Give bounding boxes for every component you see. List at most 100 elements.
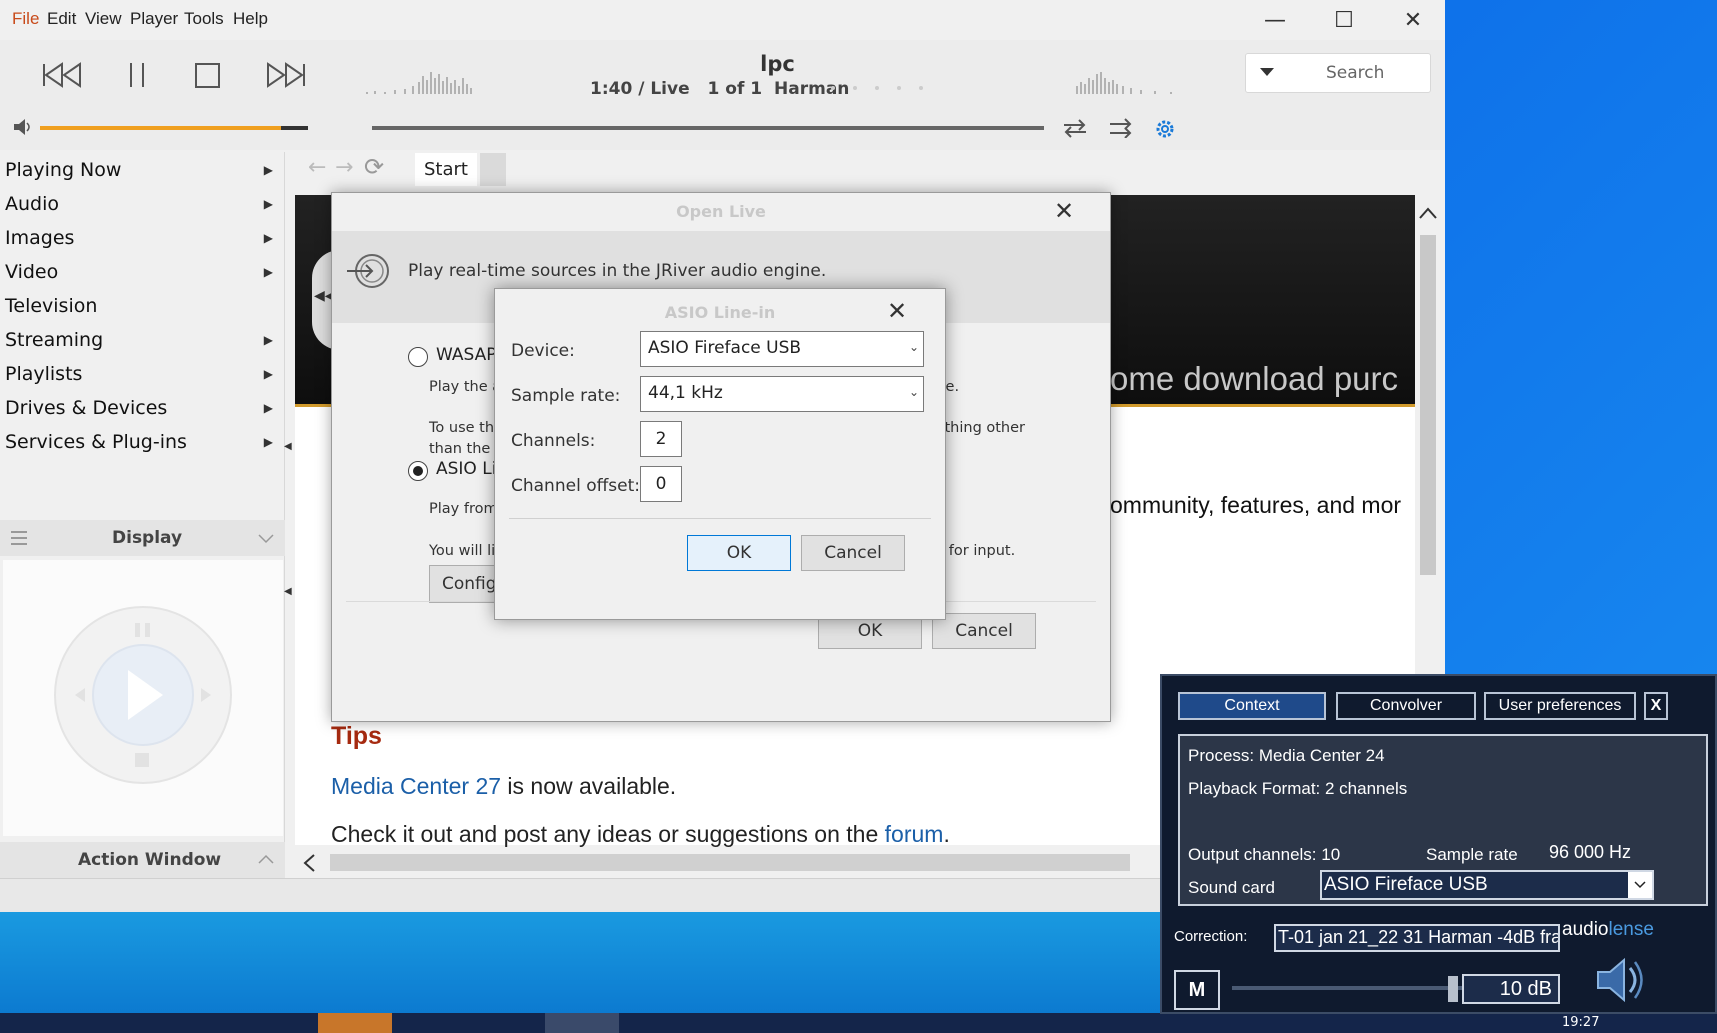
correction-field[interactable]: T-01 jan 21_22 31 Harman -4dB fra	[1274, 924, 1560, 952]
community-text: ommunity, features, and mor	[1110, 492, 1402, 518]
play-control-widget-icon[interactable]	[53, 605, 233, 785]
volume-icon[interactable]	[12, 117, 34, 137]
pause-icon[interactable]	[127, 60, 147, 90]
new-tab-button[interactable]	[480, 153, 506, 186]
back-arrow-icon[interactable]: ←	[308, 155, 326, 180]
collapse-left-icon[interactable]: ◀	[284, 586, 292, 597]
list-icon	[11, 531, 27, 545]
chevron-right-icon: ▶	[263, 401, 273, 415]
seek-bar[interactable]	[372, 126, 1044, 130]
chevron-down-icon[interactable]	[1260, 68, 1274, 78]
chevron-right-icon: ▶	[263, 231, 273, 245]
tab-user-preferences[interactable]: User preferences	[1484, 692, 1636, 720]
asio-ok-button[interactable]: OK	[687, 535, 791, 571]
close-icon[interactable]: ✕	[887, 297, 907, 325]
chevron-down-icon[interactable]	[258, 534, 274, 544]
asio-label[interactable]: ASIO Li	[436, 459, 496, 479]
logo-text-lense: lense	[1608, 919, 1654, 940]
taskbar-app-active[interactable]	[318, 1013, 392, 1033]
spectrum-right-icon	[1076, 72, 1172, 94]
gain-value: 10 dB	[1499, 978, 1552, 1000]
website-nav[interactable]: ome download purc	[1110, 360, 1398, 398]
context-panel: Process: Media Center 24 Playback Format…	[1178, 734, 1708, 906]
chevron-down-icon[interactable]: ⌄	[909, 385, 919, 399]
tab-start[interactable]: Start	[415, 153, 477, 186]
sample-rate-value: 96 000 Hz	[1549, 842, 1632, 862]
close-button[interactable]: ✕	[1395, 8, 1431, 34]
refresh-icon[interactable]: ⟳	[364, 153, 384, 181]
sidebar-item-playing-now[interactable]: Playing Now ▶	[5, 159, 285, 193]
scroll-up-icon[interactable]	[1419, 207, 1437, 219]
chevron-right-icon: ▶	[263, 435, 273, 449]
channel-offset-field[interactable]: 0	[640, 466, 682, 502]
menu-edit[interactable]: Edit	[47, 9, 76, 29]
clock[interactable]: 19:27	[1562, 1015, 1599, 1030]
menu-help[interactable]: Help	[233, 9, 268, 29]
forum-link[interactable]: forum	[885, 821, 944, 847]
sidebar-item-services-plugins[interactable]: Services & Plug-ins ▶	[5, 431, 285, 465]
horizontal-scroll-thumb[interactable]	[330, 854, 1130, 871]
menu-tools[interactable]: Tools	[184, 9, 224, 29]
taskbar-app[interactable]	[545, 1013, 619, 1033]
sound-card-dropdown[interactable]	[1628, 872, 1652, 898]
open-live-cancel-button[interactable]: Cancel	[932, 613, 1036, 649]
scroll-left-icon[interactable]	[303, 854, 315, 872]
repeat-icon[interactable]	[1062, 118, 1088, 138]
display-header[interactable]: Display	[0, 520, 285, 556]
action-window-header[interactable]: Action Window	[0, 842, 285, 878]
menu-player[interactable]: Player	[130, 9, 178, 29]
next-track-icon[interactable]	[266, 60, 306, 90]
rating-dots[interactable]	[830, 84, 930, 92]
tab-context[interactable]: Context	[1178, 692, 1326, 720]
action-window-label: Action Window	[78, 850, 222, 870]
wasapi-label[interactable]: WASAP	[436, 345, 497, 365]
previous-track-icon[interactable]	[42, 60, 82, 90]
sidebar-item-playlists[interactable]: Playlists ▶	[5, 363, 285, 397]
search-box[interactable]: Search	[1245, 53, 1431, 93]
audiolense-close-button[interactable]: X	[1644, 692, 1668, 720]
search-placeholder[interactable]: Search	[1326, 63, 1384, 83]
maximize-button[interactable]: ☐	[1326, 8, 1362, 34]
collapse-left-icon[interactable]: ◀	[284, 441, 292, 452]
gain-slider-track[interactable]	[1232, 986, 1462, 990]
sidebar-item-video[interactable]: Video ▶	[5, 261, 285, 295]
vertical-scroll-thumb[interactable]	[1420, 235, 1436, 575]
tips-line-2: Check it out and post any ideas or sugge…	[331, 821, 950, 848]
wasapi-desc: Play the a	[429, 379, 502, 395]
sidebar-item-label: Video	[5, 261, 59, 283]
device-select[interactable]: ASIO Fireface USB ⌄	[640, 331, 924, 367]
audiolense-panel: Context Convolver User preferences X Pro…	[1160, 674, 1717, 1014]
menu-file[interactable]: File	[12, 9, 39, 29]
sidebar-item-label: Playlists	[5, 363, 83, 385]
asio-cancel-button[interactable]: Cancel	[801, 535, 905, 571]
forward-arrow-icon[interactable]: →	[335, 155, 353, 180]
sidebar-item-television[interactable]: Television	[5, 295, 285, 329]
close-icon[interactable]: ✕	[1054, 197, 1074, 225]
tips-line-1: Media Center 27 is now available.	[331, 773, 676, 800]
taskbar: 19:27	[0, 1013, 1717, 1033]
channels-field[interactable]: 2	[640, 421, 682, 457]
wasapi-radio[interactable]	[408, 347, 428, 367]
stop-icon[interactable]	[194, 62, 222, 90]
asio-radio-dot	[413, 466, 423, 476]
settings-gear-icon[interactable]	[1154, 118, 1176, 140]
sidebar-item-images[interactable]: Images ▶	[5, 227, 285, 261]
sidebar-item-streaming[interactable]: Streaming ▶	[5, 329, 285, 363]
sidebar-item-drives-devices[interactable]: Drives & Devices ▶	[5, 397, 285, 431]
sample-rate-select[interactable]: 44,1 kHz ⌄	[640, 376, 924, 412]
menu-view[interactable]: View	[85, 9, 122, 29]
sidebar-item-audio[interactable]: Audio ▶	[5, 193, 285, 227]
gain-field[interactable]: 10 dB	[1462, 974, 1560, 1004]
shuffle-icon[interactable]	[1108, 118, 1134, 138]
asio-radio[interactable]	[408, 461, 428, 481]
sound-card-select[interactable]: ASIO Fireface USB	[1320, 870, 1654, 900]
tab-convolver[interactable]: Convolver	[1336, 692, 1476, 720]
sidebar-item-label: Images	[5, 227, 75, 249]
audiolense-logo: audiolense	[1562, 919, 1654, 941]
chevron-down-icon[interactable]: ⌄	[909, 340, 919, 354]
minimize-button[interactable]: —	[1257, 8, 1293, 34]
media-center-27-link[interactable]: Media Center 27	[331, 773, 501, 799]
gain-slider-thumb[interactable]	[1448, 976, 1458, 1002]
mute-button[interactable]: M	[1174, 970, 1220, 1010]
chevron-up-icon[interactable]	[258, 854, 274, 864]
